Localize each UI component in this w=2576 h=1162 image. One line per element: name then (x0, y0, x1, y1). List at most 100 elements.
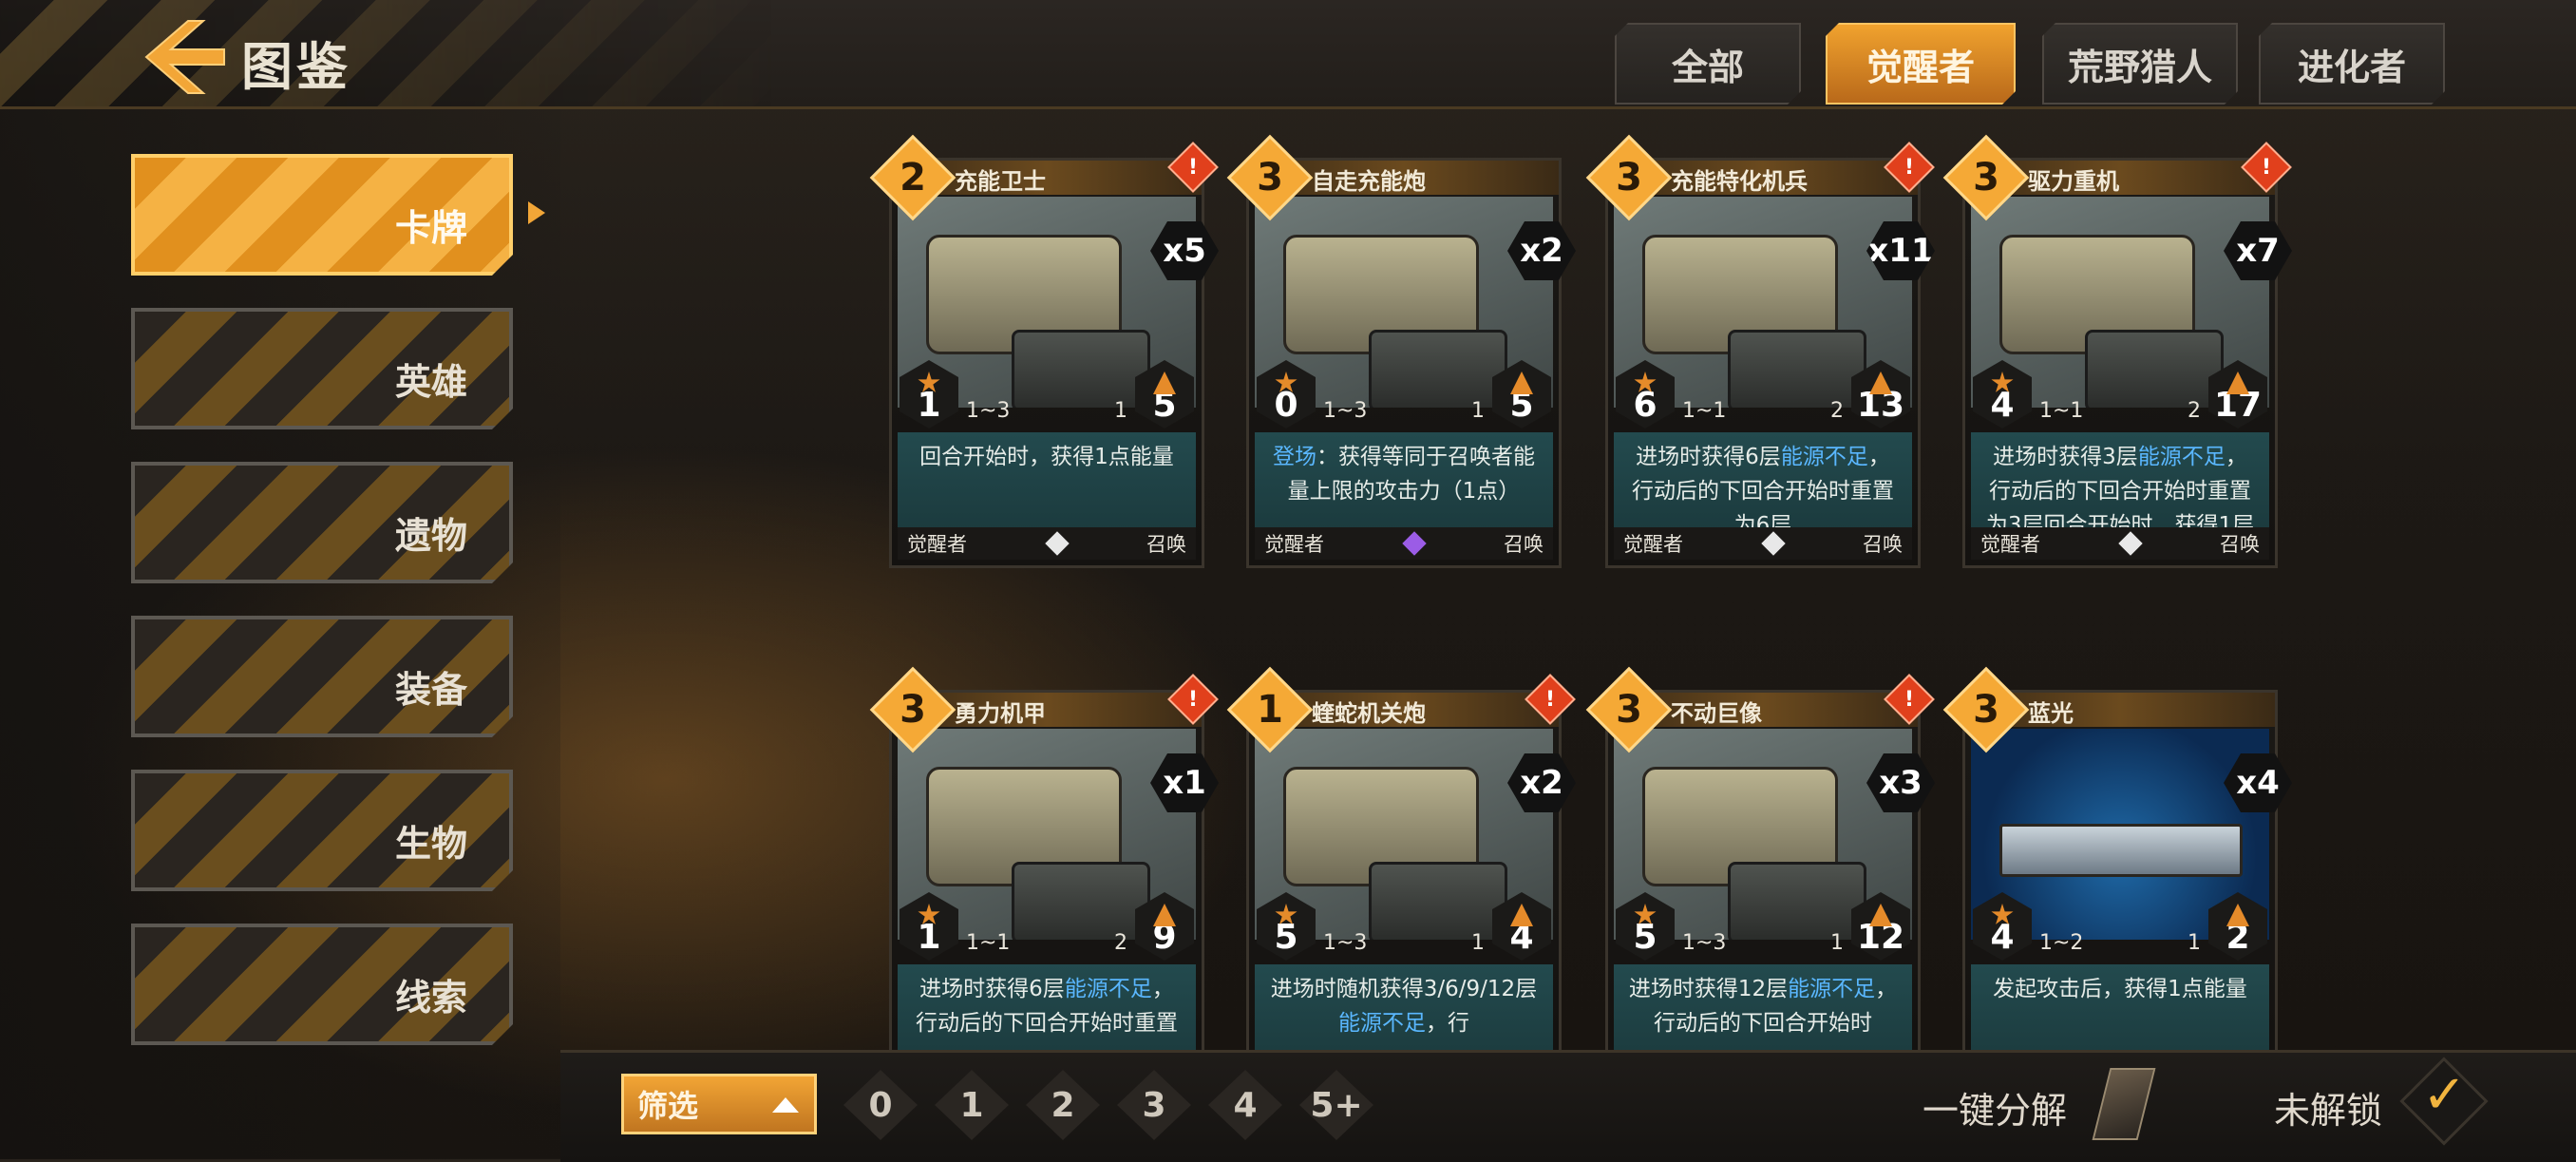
desc-segment: 能源不足 (1780, 445, 1868, 469)
card-name: 驱力重机 (2028, 168, 2119, 195)
card-description: 进场时获得6层能源不足，行动后的下回合开始时重置为6层 (1614, 432, 1912, 535)
card-type-label: 召唤 (1146, 533, 1186, 556)
sidebar-item-label: 遗物 (394, 515, 467, 557)
sidebar-item-cards[interactable]: 卡牌 (131, 154, 513, 276)
cost-value: 1 (1257, 688, 1283, 732)
card-description: 进场时获得3层能源不足，行动后的下回合开始时重置为3层回合开始时，获得1层能源不… (1971, 432, 2269, 535)
card-name: 蓝光 (2028, 700, 2074, 727)
range-value: 1~1 (2039, 398, 2084, 423)
sidebar-item-heroes[interactable]: 英雄 (131, 308, 513, 429)
tab-all[interactable]: 全部 (1615, 23, 1801, 105)
unlocked-filter-label: 未解锁 (2274, 1090, 2383, 1132)
chevron-up-icon (772, 1097, 799, 1113)
back-arrow-icon[interactable] (141, 17, 228, 97)
tab-evolver[interactable]: 进化者 (2259, 23, 2445, 105)
cost-value: 3 (1616, 156, 1642, 200)
card-type-label: 召唤 (1863, 533, 1903, 556)
move-value: 2 (2188, 398, 2201, 423)
card-name: 勇力机甲 (955, 700, 1046, 727)
desc-segment: 发起攻击后，获得1点能量 (1993, 977, 2247, 1001)
cost-value: 3 (1973, 156, 1999, 200)
cost-value: 3 (1616, 688, 1642, 732)
range-value: 1~3 (966, 398, 1011, 423)
card-item[interactable]: 3 蓝光 x4 4 2 1~2 1 发起攻击后，获得1点能量 (1942, 666, 2292, 1067)
checkmark-icon[interactable]: ✓ (2422, 1064, 2467, 1126)
cost-value: 3 (900, 688, 926, 732)
desc-segment: ，行 (1426, 1011, 1469, 1036)
desc-segment: 能源不足 (1064, 977, 1152, 1001)
desc-segment: 进场时随机获得3/6/9/12层 (1270, 977, 1538, 1001)
card-name: 充能特化机兵 (1671, 168, 1808, 195)
range-value: 1~1 (966, 930, 1011, 955)
filter-button[interactable]: 筛选 (621, 1074, 817, 1134)
sidebar-item-label: 装备 (394, 669, 467, 711)
card-mid-stats: 1~1 2 (2039, 396, 2201, 425)
sidebar-item-creatures[interactable]: 生物 (131, 770, 513, 891)
range-value: 1~3 (1323, 930, 1368, 955)
card-item[interactable]: 3 充能特化机兵! x11 6 13 1~1 2 进场时获得6层能源不足，行动后的下回合开始时… (1585, 134, 1935, 568)
move-value: 1 (1471, 398, 1485, 423)
range-value: 1~3 (1323, 398, 1368, 423)
decompose-all-button[interactable]: 一键分解 (1923, 1081, 2067, 1133)
sidebar-item-clues[interactable]: 线索 (131, 924, 513, 1045)
range-value: 1~1 (1682, 398, 1727, 423)
desc-segment: ：获得等同于召唤者能量上限的攻击力（1点） (1287, 445, 1535, 504)
move-value: 1 (1471, 930, 1485, 955)
cost-value: 3 (1973, 688, 1999, 732)
sidebar-item-equipment[interactable]: 装备 (131, 616, 513, 737)
range-value: 1~3 (1682, 930, 1727, 955)
desc-segment: 进场时获得12层 (1628, 977, 1789, 1001)
tab-wild-hunter[interactable]: 荒野猎人 (2042, 23, 2238, 105)
desc-segment: 进场时获得6层 (1636, 445, 1781, 469)
sidebar-item-relics[interactable]: 遗物 (131, 462, 513, 583)
card-description: 回合开始时，获得1点能量 (898, 432, 1196, 535)
card-type-label: 召唤 (1504, 533, 1544, 556)
card-name: 自走充能炮 (1312, 168, 1426, 195)
card-mid-stats: 1~3 1 (1682, 928, 1844, 957)
move-value: 2 (1830, 398, 1844, 423)
sidebar-item-label: 线索 (394, 977, 467, 1019)
desc-segment: 能源不足 (1788, 977, 1876, 1001)
tab-awakener[interactable]: 觉醒者 (1826, 23, 2016, 105)
rarity-gem-icon (1401, 531, 1427, 556)
card-mid-stats: 1~2 1 (2039, 928, 2201, 957)
card-footer: 觉醒者 召唤 (1614, 527, 1912, 560)
weapon-image (1999, 824, 2243, 877)
move-value: 1 (1114, 398, 1127, 423)
range-value: 1~2 (2039, 930, 2084, 955)
card-name: 充能卫士 (955, 168, 1046, 195)
card-item[interactable]: 3 驱力重机! x7 4 17 1~1 2 进场时获得3层能源不足，行动后的下回合开始时重置为… (1942, 134, 2292, 568)
rarity-gem-icon (1760, 531, 1786, 556)
desc-segment: 能源不足 (2137, 445, 2226, 469)
desc-segment: 回合开始时，获得1点能量 (919, 445, 1174, 469)
card-footer: 觉醒者 召唤 (1255, 527, 1553, 560)
move-value: 1 (2188, 930, 2201, 955)
card-name: 不动巨像 (1671, 700, 1762, 727)
card-item[interactable]: 3 不动巨像! x3 5 12 1~3 1 进场时获得12层能源不足，行动后的下回合开始时 (1585, 666, 1935, 1067)
card-footer: 觉醒者 召唤 (898, 527, 1196, 560)
page-title: 图鉴 (241, 37, 351, 97)
card-name: 蝰蛇机关炮 (1312, 700, 1426, 727)
card-footer: 觉醒者 召唤 (1971, 527, 2269, 560)
selected-arrow-icon (528, 201, 545, 224)
card-mid-stats: 1~3 1 (966, 396, 1127, 425)
move-value: 1 (1830, 930, 1844, 955)
rarity-gem-icon (2117, 531, 2143, 556)
sidebar-item-label: 英雄 (394, 361, 467, 403)
cost-value: 3 (1257, 156, 1283, 200)
filter-label: 筛选 (637, 1088, 699, 1124)
desc-segment: 进场时获得3层 (1993, 445, 2138, 469)
card-item[interactable]: 1 蝰蛇机关炮! x2 5 4 1~3 1 进场时随机获得3/6/9/12层能源不足，行 (1226, 666, 1576, 1067)
desc-segment: 能源不足 (1338, 1011, 1426, 1036)
desc-segment: 登场 (1273, 445, 1316, 469)
card-item[interactable]: 3 勇力机甲! x1 1 9 1~1 2 进场时获得6层能源不足，行动后的下回合开始时重置 (869, 666, 1219, 1067)
card-item[interactable]: 2 充能卫士! x5 1 5 1~3 1 回合开始时，获得1点能量 觉醒者 召唤 (869, 134, 1219, 568)
faction-label: 觉醒者 (1980, 533, 2040, 556)
card-item[interactable]: 3 自走充能炮 x2 0 5 1~3 1 登场：获得等同于召唤者能量上限的攻击力（1点） 觉醒者… (1226, 134, 1576, 568)
rarity-gem-icon (1044, 531, 1070, 556)
header-hazard-stripes (0, 0, 779, 106)
card-mid-stats: 1~1 2 (1682, 396, 1844, 425)
faction-label: 觉醒者 (1264, 533, 1324, 556)
desc-segment: 进场时获得6层 (919, 977, 1065, 1001)
card-type-label: 召唤 (2220, 533, 2260, 556)
